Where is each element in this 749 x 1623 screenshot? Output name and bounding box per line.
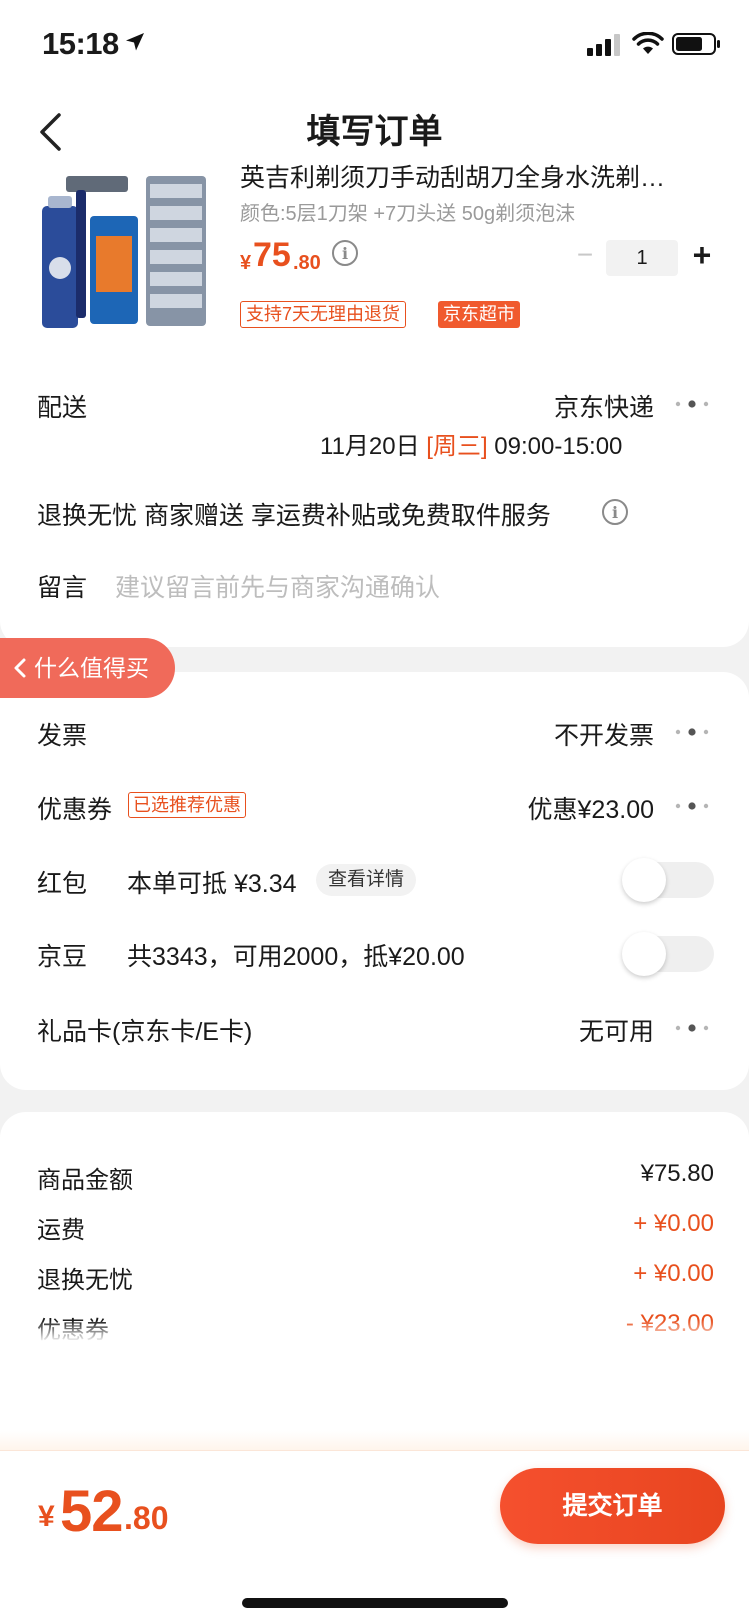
more-dots-icon[interactable] (674, 802, 710, 810)
signal-icon (587, 34, 620, 56)
product-spec: 颜色:5层1刀架 +7刀头送 50g剃须泡沫 (240, 203, 576, 225)
return-policy-tag: 支持7天无理由退货 (240, 301, 407, 328)
delivery-method[interactable]: 京东快递 (440, 388, 654, 424)
view-details-button[interactable]: 查看详情 (316, 864, 417, 896)
invoice-label: 发票 (37, 722, 88, 750)
note-input[interactable]: 建议留言前先与商家沟通确认 (115, 568, 440, 604)
more-dots-icon[interactable] (674, 1024, 710, 1032)
coupon-label: 优惠券 (37, 796, 113, 824)
summary-value: + ¥0.00 (633, 1210, 714, 1237)
price-currency: ¥ (240, 252, 252, 274)
price-integer: 75 (253, 236, 291, 274)
battery-icon (672, 33, 720, 55)
gift-card-label: 礼品卡(京东卡/E卡) (37, 1018, 253, 1046)
submit-order-button[interactable]: 提交订单 (500, 1468, 725, 1544)
jd-beans-label: 京豆 (37, 943, 88, 971)
delivery-label: 配送 (37, 394, 88, 422)
service-text: 退换无忧 商家赠送 享运费补贴或免费取件服务 (37, 502, 551, 530)
total-decimal: .80 (124, 1500, 169, 1536)
quantity-increase-button[interactable]: + (686, 239, 718, 272)
location-arrow-icon (126, 33, 144, 51)
more-dots-icon[interactable] (674, 400, 710, 408)
total-currency: ¥ (38, 1500, 55, 1533)
floating-entry-label: 什么值得买 (34, 655, 149, 681)
summary-label: 商品金额 (37, 1167, 133, 1194)
product-image[interactable] (38, 176, 208, 342)
delivery-time-window: 09:00-15:00 (494, 433, 623, 460)
summary-value: ¥75.80 (640, 1160, 714, 1187)
delivery-weekday: [周三] (426, 433, 488, 460)
wifi-icon (632, 32, 664, 54)
note-label: 留言 (37, 574, 88, 602)
service-info-icon[interactable]: i (602, 499, 628, 525)
floating-entry-button[interactable]: 什么值得买 (0, 638, 175, 698)
jd-beans-text: 共3343，可用2000，抵¥20.00 (127, 943, 465, 971)
delivery-date: 11月20日 (320, 433, 420, 460)
scroll-fade (0, 1320, 749, 1342)
product-name[interactable]: 英吉利剃须刀手动刮胡刀全身水洗剃… (240, 160, 710, 196)
invoice-value[interactable]: 不开发票 (440, 716, 654, 752)
page-title: 填写订单 (306, 113, 443, 151)
status-time: 15:18 (42, 26, 119, 61)
summary-label: 运费 (37, 1217, 85, 1244)
jd-beans-toggle-knob[interactable] (622, 932, 666, 976)
quantity-decrease-button[interactable]: − (570, 240, 600, 270)
gift-card-value[interactable]: 无可用 (440, 1012, 654, 1048)
summary-value: + ¥0.00 (633, 1260, 714, 1287)
more-dots-icon[interactable] (674, 728, 710, 736)
info-icon[interactable]: i (332, 240, 358, 266)
jd-supermarket-tag: 京东超市 (438, 301, 520, 328)
coupon-recommended-tag: 已选推荐优惠 (128, 792, 246, 818)
chevron-left-icon (14, 658, 26, 678)
red-packet-toggle-knob[interactable] (622, 858, 666, 902)
total-integer: 52 (60, 1479, 124, 1544)
summary-label: 退换无忧 (37, 1267, 133, 1294)
price-decimal: .80 (293, 252, 321, 274)
quantity-input[interactable]: 1 (606, 240, 678, 276)
delivery-time[interactable]: 11月20日 [周三] 09:00-15:00 (320, 426, 622, 461)
home-indicator (242, 1598, 508, 1608)
red-packet-text: 本单可抵 ¥3.34 (127, 870, 297, 898)
coupon-value[interactable]: 优惠¥23.00 (440, 790, 654, 826)
red-packet-label: 红包 (37, 870, 88, 898)
